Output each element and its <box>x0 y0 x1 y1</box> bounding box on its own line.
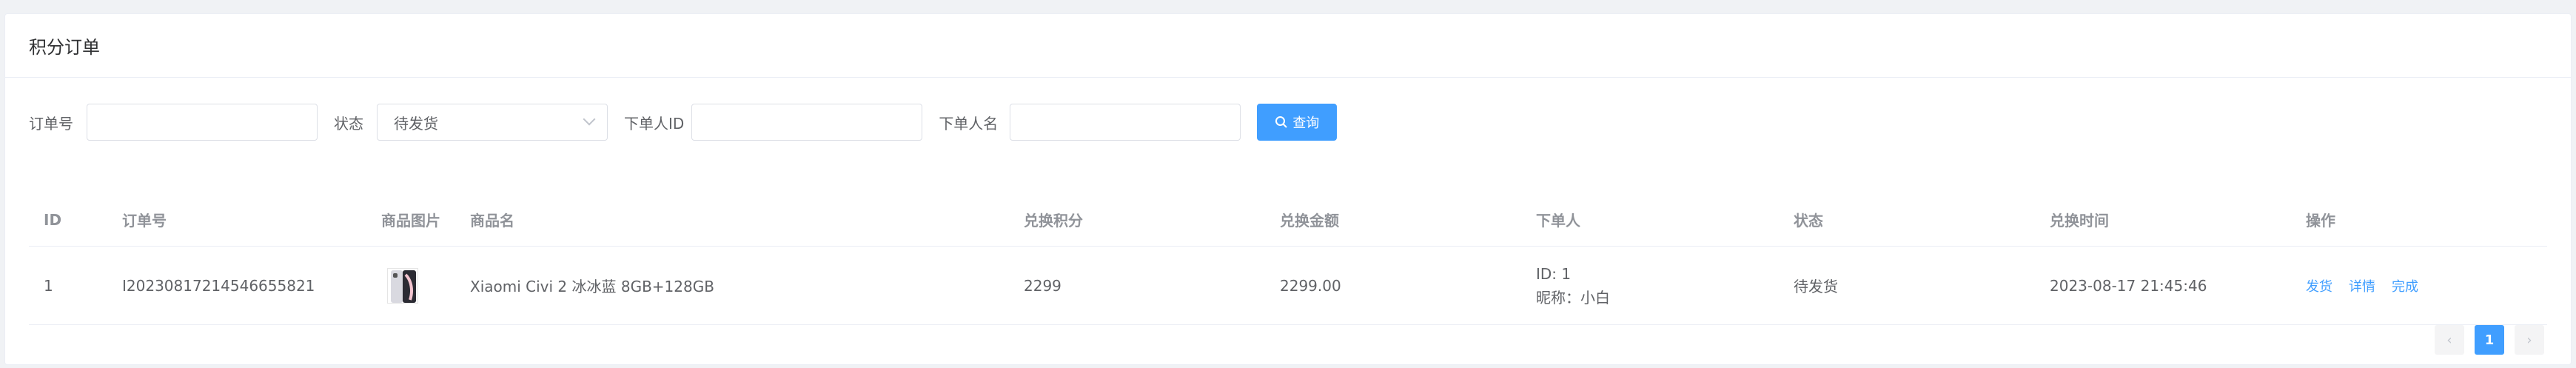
card-header: 积分订单 <box>5 14 2571 78</box>
order-no-input[interactable] <box>87 104 318 141</box>
cell-product-image <box>387 247 418 324</box>
cell-status: 待发货 <box>1794 278 1838 295</box>
user-id-input[interactable] <box>691 104 923 141</box>
table-header: ID 订单号 商品图片 商品名 兑换积分 兑换金额 下单人 状态 兑换时间 操作 <box>29 193 2547 247</box>
phone-image <box>391 270 416 303</box>
next-page-button[interactable]: › <box>2515 325 2544 355</box>
orders-table: ID 订单号 商品图片 商品名 兑换积分 兑换金额 下单人 状态 兑换时间 操作… <box>29 193 2547 325</box>
user-nickname-text: 昵称：小白 <box>1536 288 1610 307</box>
status-select[interactable]: 待发货 <box>377 104 608 141</box>
user-id-label: 下单人ID <box>624 114 685 133</box>
complete-link[interactable]: 完成 <box>2392 276 2418 295</box>
col-time: 兑换时间 <box>2050 212 2109 230</box>
cell-amount: 2299.00 <box>1280 276 1341 295</box>
query-button-label: 查询 <box>1292 116 1320 131</box>
order-no-label: 订单号 <box>29 114 73 133</box>
ship-link[interactable]: 发货 <box>2306 276 2332 295</box>
col-product-image: 商品图片 <box>381 212 440 230</box>
page-1-button[interactable]: 1 <box>2475 325 2504 355</box>
user-name-input[interactable] <box>1010 104 1241 141</box>
cell-time: 2023-08-17 21:45:46 <box>2050 276 2207 295</box>
points-order-card: 积分订单 订单号 状态 待发货 下单人ID 下单人名 查询 ID 订单号 商品图… <box>4 13 2572 365</box>
col-id: ID <box>44 210 62 229</box>
page-title: 积分订单 <box>29 37 100 58</box>
status-label: 状态 <box>334 114 363 133</box>
user-id-text: ID: 1 <box>1536 264 1572 283</box>
cell-actions: 发货 详情 完成 <box>2306 247 2435 324</box>
prev-page-button[interactable]: ‹ <box>2435 325 2464 355</box>
filter-bar: 订单号 状态 待发货 下单人ID 下单人名 查询 <box>29 103 2571 141</box>
cell-id: 1 <box>44 276 53 295</box>
cell-order-no: I20230817214546655821 <box>122 276 315 295</box>
cell-points: 2299 <box>1024 276 1061 295</box>
status-select-value: 待发货 <box>394 114 438 133</box>
col-product-name: 商品名 <box>470 212 514 230</box>
cell-user: ID: 1 昵称：小白 <box>1536 247 1610 324</box>
chevron-down-icon <box>583 113 596 126</box>
pagination: ‹ 1 › <box>2435 325 2544 355</box>
col-points: 兑换积分 <box>1024 212 1083 230</box>
table-row: 1 I20230817214546655821 Xiaomi Civi 2 冰冰… <box>29 247 2547 325</box>
col-actions: 操作 <box>2306 212 2335 230</box>
cell-product-name: Xiaomi Civi 2 冰冰蓝 8GB+128GB <box>470 278 714 295</box>
col-order-no: 订单号 <box>122 212 167 230</box>
col-status: 状态 <box>1794 212 1823 230</box>
user-name-label: 下单人名 <box>939 114 999 133</box>
product-thumbnail[interactable] <box>387 267 418 304</box>
search-icon <box>1275 116 1288 128</box>
col-amount: 兑换金额 <box>1280 212 1339 230</box>
query-button[interactable]: 查询 <box>1257 104 1338 141</box>
col-user: 下单人 <box>1536 212 1580 230</box>
detail-link[interactable]: 详情 <box>2349 276 2375 295</box>
